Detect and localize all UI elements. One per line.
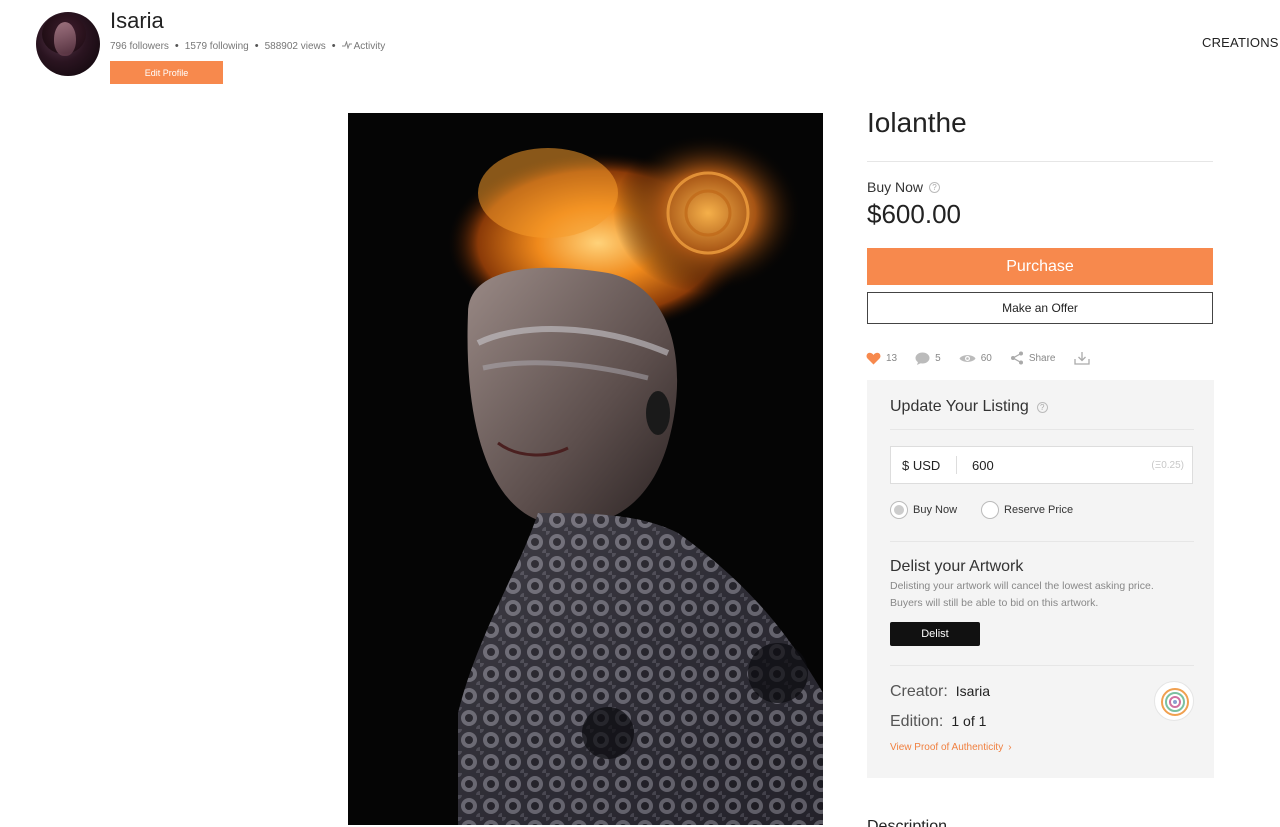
activity-link[interactable]: Activity <box>341 39 386 52</box>
views-count: 588902 views <box>264 40 326 52</box>
update-listing-title: Update Your Listing ? <box>890 398 1048 416</box>
currency-select[interactable]: $ USD <box>891 456 957 474</box>
make-offer-button[interactable]: Make an Offer <box>867 292 1213 324</box>
divider <box>890 541 1194 542</box>
share-button[interactable]: Share <box>1010 351 1056 365</box>
update-listing-panel: Update Your Listing ? $ USD 600 (Ξ0.25) … <box>867 380 1214 778</box>
option-reserve-price[interactable]: Reserve Price <box>981 501 1073 519</box>
buy-now-radio[interactable] <box>890 501 908 519</box>
creator-name[interactable]: Isaria <box>956 683 990 699</box>
like-button[interactable]: 13 <box>866 352 897 365</box>
divider <box>890 429 1194 430</box>
edit-profile-button[interactable]: Edit Profile <box>110 61 223 84</box>
listing-price-field[interactable]: $ USD 600 (Ξ0.25) <box>890 446 1193 484</box>
share-label: Share <box>1028 352 1056 364</box>
share-icon <box>1010 351 1023 365</box>
proof-of-authenticity-link[interactable]: View Proof of Authenticity › <box>890 742 1012 753</box>
stat-separator: • <box>174 40 179 52</box>
comment-icon <box>915 352 930 365</box>
help-icon[interactable]: ? <box>1036 401 1048 413</box>
delist-button[interactable]: Delist <box>890 622 980 646</box>
artwork-illustration <box>348 113 823 825</box>
download-button[interactable] <box>1073 351 1090 365</box>
activity-icon <box>341 39 352 52</box>
listing-price-input[interactable]: 600 <box>957 458 1151 473</box>
views-count-social: 60 <box>980 352 992 364</box>
likes-count: 13 <box>886 352 898 364</box>
chevron-right-icon: › <box>1008 742 1012 753</box>
eth-conversion: (Ξ0.25) <box>1151 459 1184 471</box>
activity-label: Activity <box>353 40 386 52</box>
reserve-price-radio[interactable] <box>981 501 1000 519</box>
artwork-image[interactable] <box>348 113 823 825</box>
edition-label: Edition: <box>890 713 944 730</box>
stat-separator: • <box>254 40 259 52</box>
listing-type-options: Buy Now Reserve Price <box>890 501 1097 519</box>
comment-button[interactable]: 5 <box>915 352 941 365</box>
delist-description: Delisting your artwork will cancel the l… <box>890 580 1154 609</box>
description-heading: Description <box>867 818 948 827</box>
username[interactable]: Isaria <box>110 8 164 34</box>
creations-link[interactable]: CREATIONS <box>1202 35 1279 50</box>
update-listing-heading: Update Your Listing <box>890 398 1029 415</box>
avatar[interactable] <box>36 12 100 76</box>
comments-count: 5 <box>935 352 941 364</box>
followers-count[interactable]: 796 followers <box>110 41 169 52</box>
option-buy-now[interactable]: Buy Now <box>890 501 957 519</box>
stat-separator: • <box>331 40 336 52</box>
divider <box>867 161 1213 162</box>
buy-now-text: Buy Now <box>867 179 924 195</box>
purchase-button[interactable]: Purchase <box>867 248 1213 285</box>
proof-link-label: View Proof of Authenticity <box>890 742 1004 753</box>
views-indicator: 60 <box>959 353 992 364</box>
creator-row: Creator: Isaria <box>890 683 990 701</box>
edition-value: 1 of 1 <box>951 713 987 729</box>
help-icon[interactable]: ? <box>929 181 941 193</box>
eye-icon <box>959 354 976 362</box>
buy-now-label: Buy Now ? <box>867 179 941 195</box>
reserve-price-option-label: Reserve Price <box>1004 504 1074 516</box>
download-icon <box>1073 352 1090 365</box>
price: $600.00 <box>867 199 961 229</box>
following-count[interactable]: 1579 following <box>185 41 249 52</box>
edition-row: Edition: 1 of 1 <box>890 713 986 731</box>
fingerprint-icon[interactable] <box>1154 681 1194 721</box>
buy-now-option-label: Buy Now <box>913 504 958 516</box>
profile-stats: 796 followers • 1579 following • 588902 … <box>110 39 386 52</box>
social-bar: 13 5 60 Share <box>866 351 1108 365</box>
avatar-face <box>54 22 76 56</box>
delist-heading: Delist your Artwork <box>890 558 1024 575</box>
artwork-title: Iolanthe <box>867 107 967 138</box>
divider <box>890 665 1194 666</box>
creator-label: Creator: <box>890 683 948 700</box>
heart-icon <box>866 352 881 364</box>
